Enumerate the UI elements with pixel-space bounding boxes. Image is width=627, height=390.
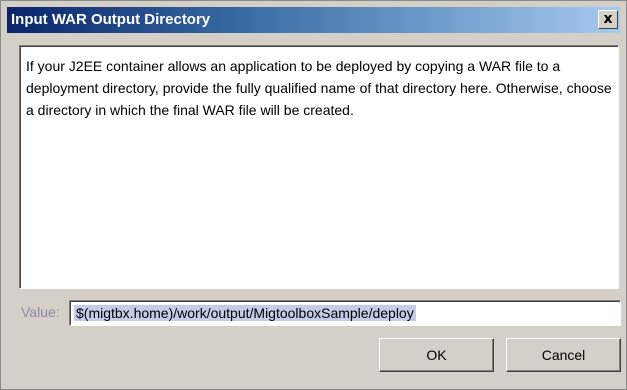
close-button[interactable]: x <box>598 10 618 29</box>
value-input[interactable]: $(migtbx.home)/work/output/MigtoolboxSam… <box>69 300 621 326</box>
description-text-area: If your J2EE container allows an applica… <box>19 45 619 289</box>
dialog-title: Input WAR Output Directory <box>11 11 211 28</box>
input-dialog: Input WAR Output Directory x If your J2E… <box>0 0 627 390</box>
value-input-text: $(migtbx.home)/work/output/MigtoolboxSam… <box>74 305 416 321</box>
cancel-button[interactable]: Cancel <box>506 338 621 372</box>
title-bar[interactable]: Input WAR Output Directory x <box>7 7 620 33</box>
close-icon: x <box>603 11 613 27</box>
ok-button[interactable]: OK <box>379 338 494 372</box>
value-label: Value: <box>21 304 60 320</box>
